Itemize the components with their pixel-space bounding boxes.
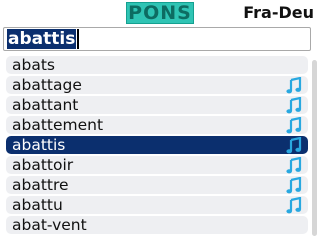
list-item[interactable]: abattant xyxy=(6,96,308,114)
music-note-icon[interactable] xyxy=(286,136,302,154)
entry-list: abats abattage abattant abattement abatt… xyxy=(6,56,308,236)
entry-word: abat-vent xyxy=(12,216,87,234)
music-note-icon[interactable] xyxy=(286,116,302,134)
list-item[interactable]: abats xyxy=(6,56,308,74)
search-input-text[interactable]: abattis xyxy=(7,29,77,49)
music-note-icon[interactable] xyxy=(286,196,302,214)
entry-word: abattant xyxy=(12,96,79,114)
music-note-icon[interactable] xyxy=(286,156,302,174)
entry-word: abattis xyxy=(12,136,66,154)
search-field[interactable]: abattis xyxy=(3,27,311,51)
list-item[interactable]: abattre xyxy=(6,176,308,194)
entry-word: abattre xyxy=(12,176,69,194)
list-item[interactable]: abat-vent xyxy=(6,216,308,234)
logo-text: PONS xyxy=(128,2,192,24)
music-note-icon[interactable] xyxy=(286,176,302,194)
entry-word: abattement xyxy=(12,116,104,134)
music-note-icon[interactable] xyxy=(286,96,302,114)
list-item-selected[interactable]: abattis xyxy=(6,136,308,154)
list-item[interactable]: abattage xyxy=(6,76,308,94)
language-pair: Fra-Deu xyxy=(243,3,314,22)
music-note-icon[interactable] xyxy=(286,76,302,94)
entry-word: abattage xyxy=(12,76,82,94)
list-item[interactable]: abattoir xyxy=(6,156,308,174)
pons-logo: PONS xyxy=(126,2,194,24)
entry-word: abattu xyxy=(12,196,63,214)
entry-word: abats xyxy=(12,56,55,74)
list-item[interactable]: abattu xyxy=(6,196,308,214)
list-item[interactable]: abattement xyxy=(6,116,308,134)
text-cursor xyxy=(77,29,80,49)
scrollbar[interactable] xyxy=(312,60,317,236)
entry-word: abattoir xyxy=(12,156,74,174)
